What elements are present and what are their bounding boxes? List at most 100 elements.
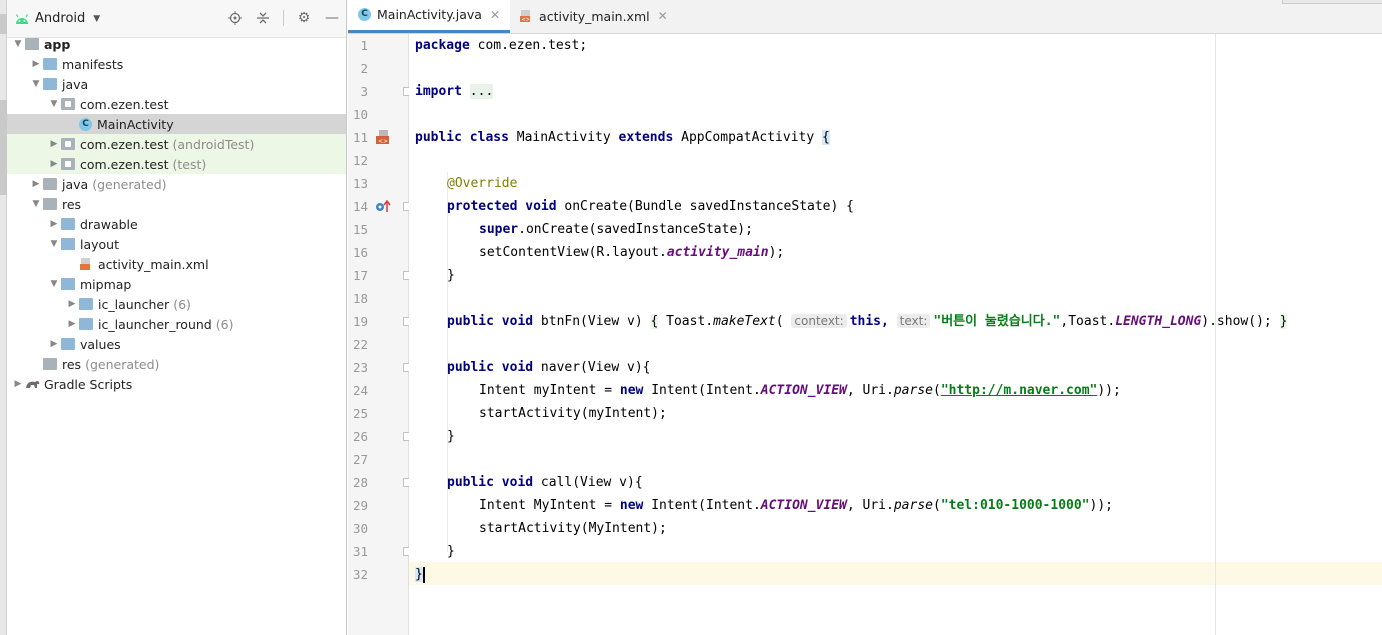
- code-line: }: [415, 566, 425, 583]
- tab-activity-main-xml[interactable]: <> activity_main.xml ✕: [510, 0, 678, 33]
- line-number[interactable]: 15: [348, 218, 368, 241]
- collapse-all-icon[interactable]: [255, 10, 271, 26]
- package-icon: [61, 158, 75, 170]
- tree-item-label: ic_launcher_round: [98, 316, 212, 332]
- expand-arrow-icon[interactable]: ▼: [47, 279, 61, 289]
- project-view-selector[interactable]: Android: [35, 11, 85, 26]
- expand-arrow-icon[interactable]: ▼: [47, 99, 61, 109]
- resource-manager-tool-tab[interactable]: [0, 100, 7, 195]
- tab-mainactivity-java[interactable]: C MainActivity.java ✕: [348, 0, 511, 33]
- line-number[interactable]: 25: [348, 402, 368, 425]
- expand-arrow-icon[interactable]: ▼: [47, 239, 61, 249]
- expand-arrow-icon[interactable]: ▼: [11, 39, 25, 49]
- generated-folder-icon: [43, 178, 57, 190]
- tree-item[interactable]: ▶ manifests: [7, 54, 346, 74]
- folder-icon: [61, 238, 75, 250]
- tree-item[interactable]: ▼ app: [7, 34, 346, 54]
- minimize-icon[interactable]: —: [324, 10, 340, 26]
- gear-icon[interactable]: ⚙: [296, 10, 312, 26]
- line-number[interactable]: 23: [348, 356, 368, 379]
- folder-icon: [79, 318, 93, 330]
- tree-item[interactable]: ▼ res: [7, 194, 346, 214]
- line-number[interactable]: 18: [348, 287, 368, 310]
- line-number[interactable]: 10: [348, 103, 368, 126]
- tree-item-suffix: (androidTest): [172, 136, 255, 152]
- collapse-arrow-icon[interactable]: ▶: [11, 379, 25, 389]
- tab-label: MainActivity.java: [377, 7, 482, 22]
- collapse-arrow-icon[interactable]: ▶: [47, 159, 61, 169]
- line-number[interactable]: 27: [348, 448, 368, 471]
- tree-item[interactable]: ▶ values: [7, 334, 346, 354]
- tree-item[interactable]: ▶ ic_launcher (6): [7, 294, 346, 314]
- locate-icon[interactable]: [227, 10, 243, 26]
- tree-item-suffix: (6): [173, 296, 191, 312]
- line-number[interactable]: 31: [348, 540, 368, 563]
- code-line: }: [447, 544, 455, 559]
- collapse-arrow-icon[interactable]: ▶: [29, 179, 43, 189]
- close-icon[interactable]: ✕: [658, 9, 668, 23]
- line-number[interactable]: 19: [348, 310, 368, 333]
- tree-item[interactable]: ▶ Gradle Scripts: [7, 374, 346, 394]
- line-number[interactable]: 22: [348, 333, 368, 356]
- tree-item-label: com.ezen.test: [80, 156, 169, 172]
- chevron-down-icon[interactable]: ▼: [93, 14, 100, 24]
- collapse-arrow-icon[interactable]: ▶: [47, 339, 61, 349]
- folder-icon: [61, 218, 75, 230]
- editor-tabs-overflow-area: [1282, 0, 1382, 4]
- line-number[interactable]: 32: [348, 563, 368, 586]
- code-line: startActivity(MyIntent);: [479, 521, 667, 536]
- line-number[interactable]: 14: [348, 195, 368, 218]
- line-number[interactable]: 2: [348, 57, 368, 80]
- line-number[interactable]: 11: [348, 126, 368, 149]
- collapse-arrow-icon[interactable]: ▶: [65, 319, 79, 329]
- tree-item[interactable]: ▼ layout: [7, 234, 346, 254]
- expand-arrow-icon[interactable]: ▼: [29, 79, 43, 89]
- tree-item[interactable]: ▶ drawable: [7, 214, 346, 234]
- tree-item[interactable]: ▼ java: [7, 74, 346, 94]
- line-number[interactable]: 28: [348, 471, 368, 494]
- tree-item[interactable]: activity_main.xml: [7, 254, 346, 274]
- collapse-arrow-icon[interactable]: ▶: [65, 299, 79, 309]
- line-number[interactable]: 13: [348, 172, 368, 195]
- tree-item[interactable]: ▶ ic_launcher_round (6): [7, 314, 346, 334]
- left-tool-window-strip[interactable]: [0, 0, 7, 635]
- code-line: Intent MyIntent = new Intent(Intent.ACTI…: [479, 498, 1114, 513]
- line-number[interactable]: 16: [348, 241, 368, 264]
- tree-item[interactable]: ▼ com.ezen.test: [7, 94, 346, 114]
- folder-icon: [61, 278, 75, 290]
- line-number[interactable]: 30: [348, 517, 368, 540]
- tree-item[interactable]: ▶ java (generated): [7, 174, 346, 194]
- text-caret: [422, 566, 425, 583]
- collapse-arrow-icon[interactable]: ▶: [47, 139, 61, 149]
- toolbar-divider: [283, 10, 284, 26]
- tree-item-label: ic_launcher: [98, 296, 170, 312]
- close-icon[interactable]: ✕: [490, 8, 500, 22]
- tree-item[interactable]: ▼ mipmap: [7, 274, 346, 294]
- line-number[interactable]: 17: [348, 264, 368, 287]
- line-number[interactable]: 26: [348, 425, 368, 448]
- tree-item-label: res: [62, 356, 82, 372]
- url-link[interactable]: "http://m.naver.com": [941, 383, 1098, 398]
- line-number[interactable]: 1: [348, 34, 368, 57]
- tree-item[interactable]: C MainActivity: [7, 114, 346, 134]
- line-number[interactable]: 12: [348, 149, 368, 172]
- collapse-arrow-icon[interactable]: ▶: [47, 219, 61, 229]
- folded-imports[interactable]: ...: [469, 84, 494, 99]
- project-tool-tab[interactable]: [0, 14, 7, 34]
- line-number[interactable]: 29: [348, 494, 368, 517]
- line-number[interactable]: 24: [348, 379, 368, 402]
- expand-arrow-icon[interactable]: ▼: [29, 199, 43, 209]
- related-xml-icon[interactable]: <>: [375, 130, 391, 145]
- java-class-icon: C: [79, 117, 92, 131]
- tree-item[interactable]: ▶ com.ezen.test (androidTest): [7, 134, 346, 154]
- tree-item-label: com.ezen.test: [80, 136, 169, 152]
- code-editor[interactable]: package com.ezen.test; import ... public…: [409, 34, 1382, 635]
- collapse-arrow-icon[interactable]: ▶: [29, 59, 43, 69]
- tab-label: activity_main.xml: [539, 8, 650, 24]
- override-icon[interactable]: [375, 199, 391, 213]
- tree-item[interactable]: ▶ com.ezen.test (test): [7, 154, 346, 174]
- code-line: public class MainActivity extends AppCom…: [415, 130, 830, 145]
- parameter-hint: context:: [791, 314, 847, 328]
- tree-item[interactable]: res (generated): [7, 354, 346, 374]
- line-number[interactable]: 3: [348, 80, 368, 103]
